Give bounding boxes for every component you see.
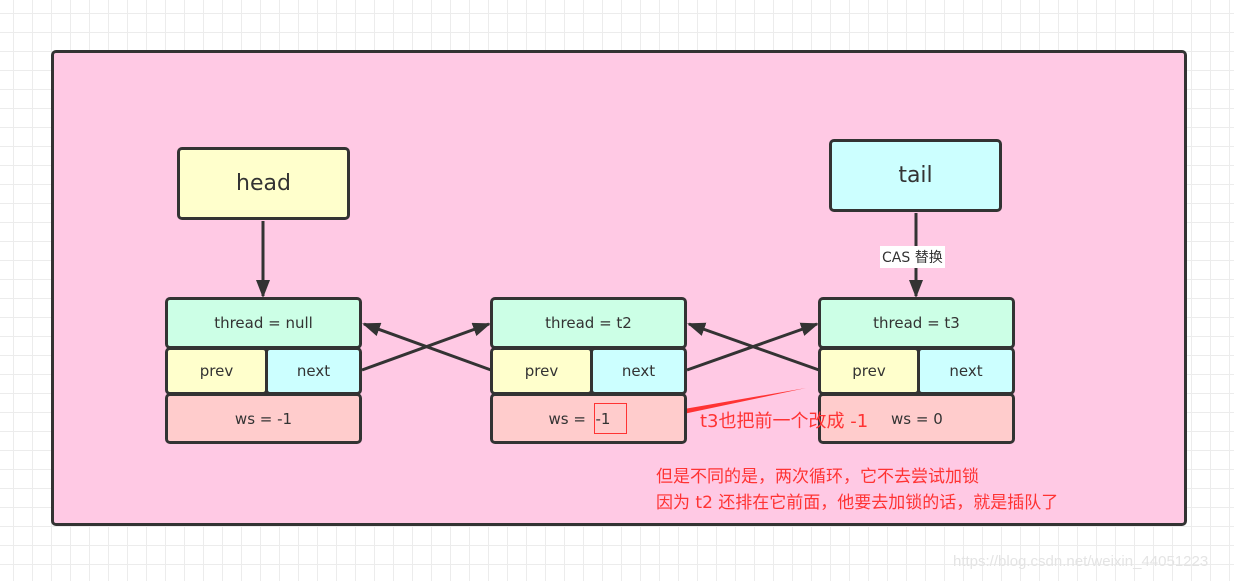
node1-thread-cell: thread = null [165,297,362,349]
node2-next-text: next [621,362,656,380]
ws-value-highlight [594,403,627,434]
head-label: head [236,171,291,196]
node1-next-cell: next [265,347,362,395]
node2-next-cell: next [590,347,687,395]
node3-ws-text: ws = 0 [891,409,943,428]
explanation-text: 但是不同的是，两次循环，它不去尝试加锁 因为 t2 还排在它前面，他要去加锁的话… [656,464,1058,516]
node1-ws-cell: ws = -1 [165,393,362,444]
node1-thread-text: thread = null [214,314,313,332]
arrow-annotation: t3也把前一个改成 -1 [700,411,869,432]
node2-thread-cell: thread = t2 [490,297,687,349]
node1-ws-text: ws = -1 [234,409,293,428]
node3-prev-cell: prev [818,347,920,395]
explanation-line-2: 因为 t2 还排在它前面，他要去加锁的话，就是插队了 [656,493,1059,513]
node2-prev-cell: prev [490,347,593,395]
head-pointer-box: head [177,147,350,220]
node3-thread-cell: thread = t3 [818,297,1015,349]
node1-prev-cell: prev [165,347,268,395]
node2-prev-text: prev [524,362,559,380]
node1-prev-text: prev [199,362,234,380]
node2-thread-text: thread = t2 [545,314,632,332]
tail-pointer-box: tail [829,139,1002,212]
node2-ws-cell: ws = -1 [490,393,687,444]
node1-next-text: next [296,362,331,380]
node3-prev-text: prev [852,362,886,380]
node3-next-cell: next [917,347,1015,395]
cas-replace-label: CAS 替换 [880,246,945,268]
tail-label: tail [898,163,933,188]
node3-thread-text: thread = t3 [873,314,960,332]
explanation-line-1: 但是不同的是，两次循环，它不去尝试加锁 [656,467,979,487]
node2-ws-prefix: ws = [548,409,591,428]
node3-next-text: next [949,362,983,380]
watermark: https://blog.csdn.net/weixin_44051223 [953,553,1209,570]
